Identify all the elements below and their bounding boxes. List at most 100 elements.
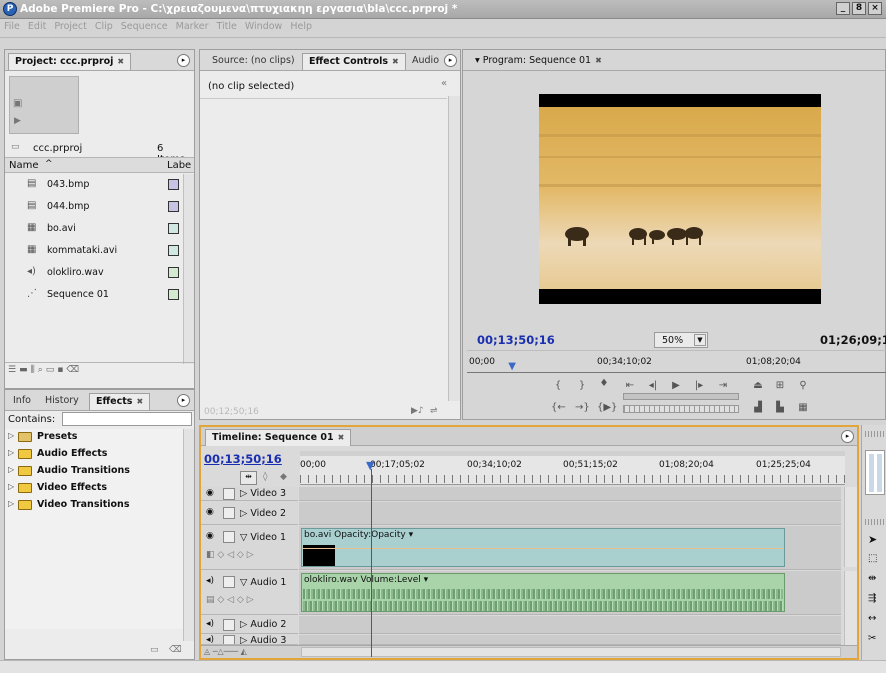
work-area-bar[interactable] <box>300 451 845 456</box>
close-tab-icon[interactable]: ✖ <box>595 56 602 65</box>
tab-effect-controls[interactable]: Effect Controls ✖ <box>302 53 406 70</box>
automate-icon[interactable]: ⫼ <box>31 365 38 375</box>
menu-clip[interactable]: Clip <box>91 19 117 32</box>
marker-icon[interactable]: ♦ <box>597 378 611 389</box>
label-swatch[interactable] <box>168 201 179 212</box>
tab-project[interactable]: Project: ccc.prproj ✖ <box>8 53 132 70</box>
list-item[interactable]: ▤ 043.bmp <box>5 174 183 196</box>
step-forward-icon[interactable]: |▸ <box>692 380 706 391</box>
razor-tool-icon[interactable]: ✂ <box>868 633 876 644</box>
column-label[interactable]: Labe <box>167 160 191 171</box>
trim-icon[interactable]: ⚲ <box>796 380 810 391</box>
timeline-timecode[interactable]: 00;13;50;16 <box>204 452 282 466</box>
project-scrollbar[interactable] <box>183 174 194 364</box>
menu-file[interactable]: File <box>0 19 24 32</box>
audio-tracks-scrollbar[interactable] <box>844 571 857 645</box>
find-icon[interactable]: ⌕ <box>38 365 46 375</box>
speaker-icon[interactable]: ◂) <box>206 576 214 586</box>
delete-icon[interactable]: ⌫ <box>66 365 82 375</box>
column-name[interactable]: Name <box>9 160 39 171</box>
grip-icon[interactable] <box>865 519 885 525</box>
play-thumbnail-icon[interactable]: ▶ <box>14 116 21 126</box>
rate-stretch-tool-icon[interactable]: ↔ <box>868 613 876 624</box>
tab-history[interactable]: History <box>39 393 85 410</box>
effect-controls-scrollbar[interactable] <box>448 96 460 401</box>
play-audio-icon[interactable]: ▶♪ <box>411 406 424 416</box>
track-header-audio1[interactable]: ◂) ▽ Audio 1 ▤ ◇ ◁ ◇ ▷ <box>201 571 298 615</box>
expand-triangle-icon[interactable]: ▷ <box>8 448 14 457</box>
bin-icon[interactable]: ▭ <box>46 365 58 375</box>
timeline-ruler[interactable]: 00;00 00;17;05;02 00;34;10;02 00;51;15;0… <box>300 451 845 485</box>
track-video1[interactable]: bo.avi Opacity:Opacity ▾ <box>299 526 841 570</box>
expand-triangle-icon[interactable]: ▷ <box>8 431 14 440</box>
rolling-edit-tool-icon[interactable]: ⇶ <box>868 593 876 604</box>
menu-help[interactable]: Help <box>286 19 316 32</box>
eye-icon[interactable]: ◉ <box>206 507 214 517</box>
set-in-icon[interactable]: { <box>551 380 565 391</box>
tab-info[interactable]: Info <box>7 393 37 410</box>
menu-title[interactable]: Title <box>213 19 241 32</box>
icon-view-icon[interactable]: ▬ <box>19 365 31 375</box>
track-audio3[interactable] <box>299 635 841 645</box>
go-to-out-icon[interactable]: ⇥ <box>716 380 730 391</box>
safe-margins-icon[interactable]: ▟ <box>751 402 765 413</box>
timeline-playhead[interactable]: ▼ <box>366 460 378 657</box>
track-video2[interactable] <box>299 502 841 525</box>
delete-icon[interactable]: ⌫ <box>169 645 182 655</box>
list-item[interactable]: ▦ kommataki.avi <box>5 240 183 262</box>
track-select-tool-icon[interactable]: ⬚ <box>868 553 877 564</box>
go-to-in-point-icon[interactable]: {← <box>551 402 566 413</box>
shuttle-slider[interactable] <box>623 393 739 400</box>
close-tab-icon[interactable]: ✖ <box>117 57 124 66</box>
track-header-audio3[interactable]: ◂) ▷ Audio 3 <box>201 635 298 645</box>
panel-menu-icon[interactable]: ▸ <box>444 54 457 67</box>
output-icon[interactable]: ▙ <box>773 402 787 413</box>
collapse-icon[interactable]: « <box>441 78 447 89</box>
tab-timeline[interactable]: Timeline: Sequence 01 ✖ <box>205 429 352 446</box>
step-back-icon[interactable]: ◂| <box>646 380 660 391</box>
panel-menu-icon[interactable]: ▸ <box>177 394 190 407</box>
folder-video-transitions[interactable]: ▷ Video Transitions <box>5 497 183 514</box>
lock-toggle[interactable] <box>223 619 235 631</box>
expand-triangle-icon[interactable]: ▷ <box>8 465 14 474</box>
eye-icon[interactable]: ◉ <box>206 531 214 541</box>
sort-ascending-icon[interactable]: ^ <box>45 159 53 169</box>
eye-icon[interactable]: ◉ <box>206 488 214 498</box>
track-header-audio2[interactable]: ◂) ▷ Audio 2 <box>201 616 298 634</box>
play-icon[interactable]: ▶ <box>669 380 683 391</box>
menu-sequence[interactable]: Sequence <box>117 19 172 32</box>
track-header-video2[interactable]: ◉ ▷ Video 2 <box>201 502 298 525</box>
menu-project[interactable]: Project <box>50 19 91 32</box>
close-tab-icon[interactable]: ✖ <box>392 57 399 66</box>
track-header-video1[interactable]: ◉ ▽ Video 1 ◧ ◇ ◁ ◇ ▷ <box>201 526 298 570</box>
grip-icon[interactable] <box>865 431 885 437</box>
extract-icon[interactable]: ⊞ <box>773 380 787 391</box>
go-to-out-point-icon[interactable]: →} <box>575 402 590 413</box>
list-view-icon[interactable]: ☰ <box>8 365 19 375</box>
video-clip-label[interactable]: bo.avi Opacity:Opacity ▾ <box>304 530 413 540</box>
list-item[interactable]: ⋰ Sequence 01 <box>5 284 183 306</box>
tab-program[interactable]: ▾ Program: Sequence 01 ✖ <box>469 53 608 70</box>
label-swatch[interactable] <box>168 267 179 278</box>
expand-triangle-icon[interactable]: ▷ <box>8 482 14 491</box>
tab-source[interactable]: Source: (no clips) <box>206 53 301 70</box>
jog-disk[interactable] <box>623 405 739 413</box>
close-tab-icon[interactable]: ✖ <box>338 433 345 442</box>
keyframe-controls-icon[interactable]: ▤ ◇ ◁ ◇ ▷ <box>206 595 254 605</box>
multi-camera-icon[interactable]: ▦ <box>796 402 810 413</box>
zoom-select[interactable]: 50% ▼ <box>654 332 708 348</box>
tab-effects[interactable]: Effects ✖ <box>89 393 151 410</box>
keyframe-controls-icon[interactable]: ◧ ◇ ◁ ◇ ▷ <box>206 550 254 560</box>
effects-scrollbar[interactable] <box>183 429 194 641</box>
set-marker-icon[interactable]: ◊ <box>263 472 267 482</box>
label-swatch[interactable] <box>168 289 179 300</box>
panel-menu-icon[interactable]: ▸ <box>177 54 190 67</box>
lock-toggle[interactable] <box>223 576 235 588</box>
dropdown-arrow-icon[interactable]: ▾ <box>475 55 483 66</box>
playhead-handle[interactable]: ▼ <box>366 460 378 471</box>
lock-toggle[interactable] <box>223 531 235 543</box>
minimize-button[interactable]: _ <box>836 2 850 15</box>
menu-edit[interactable]: Edit <box>24 19 50 32</box>
go-to-in-icon[interactable]: ⇤ <box>623 380 637 391</box>
lock-toggle[interactable] <box>223 488 235 500</box>
